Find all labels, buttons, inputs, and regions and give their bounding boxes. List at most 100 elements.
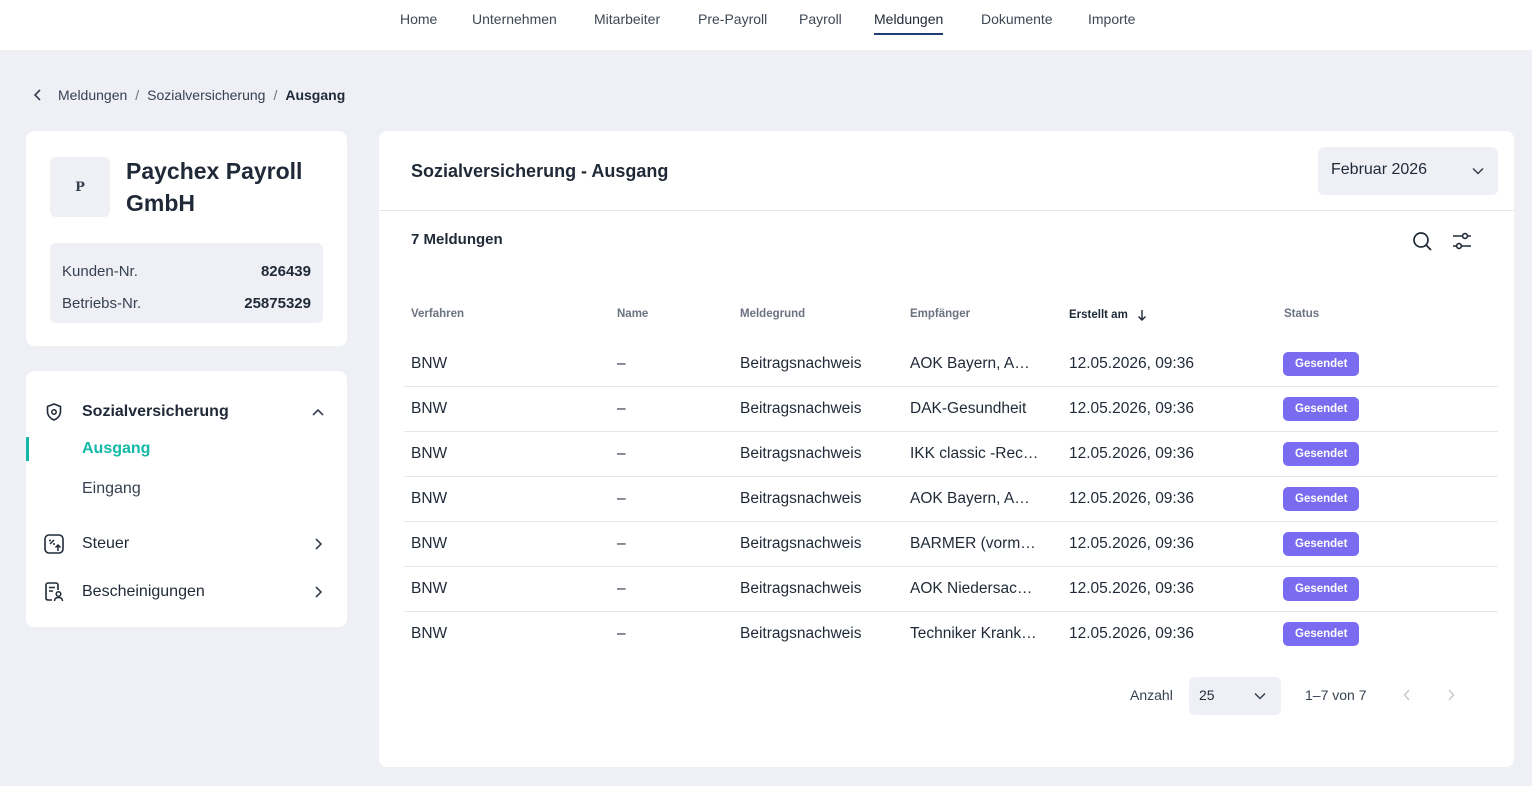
nav-home[interactable]: Home: [400, 11, 437, 35]
breadcrumb-current: Ausgang: [285, 87, 346, 103]
cell-empfaenger: IKK classic -Rec…: [910, 445, 1039, 462]
cell-meldegrund: Beitragsnachweis: [740, 580, 862, 597]
menu-bescheinigungen[interactable]: Bescheinigungen: [26, 574, 347, 610]
certificate-icon: [42, 580, 66, 604]
main-panel: Sozialversicherung - Ausgang Februar 202…: [379, 131, 1514, 767]
table-row[interactable]: BNW – Beitragsnachweis BARMER (vorm… 12.05.2…: [404, 522, 1498, 567]
nav-meldungen[interactable]: Meldungen: [874, 11, 944, 35]
table-row[interactable]: BNW – Beitragsnachweis Techniker Krank… 12.0…: [404, 612, 1498, 657]
menu-sozialversicherung-label: Sozialversicherung: [82, 403, 229, 420]
column-header-name[interactable]: Name: [617, 308, 648, 320]
betriebs-nr-row: Betriebs-Nr. 25875329: [62, 287, 311, 319]
table-row[interactable]: BNW – Beitragsnachweis DAK-Gesundheit 12.05.…: [404, 387, 1498, 432]
cell-meldegrund: Beitragsnachweis: [740, 490, 862, 507]
month-select[interactable]: Februar 2026: [1318, 147, 1498, 195]
column-header-erstellt[interactable]: Erstellt am: [1069, 308, 1148, 322]
cell-empfaenger: DAK-Gesundheit: [910, 400, 1027, 417]
table-row[interactable]: BNW – Beitragsnachweis AOK Niedersach… 12.05…: [404, 567, 1498, 612]
kunden-nr-value: 826439: [260, 262, 311, 280]
nav-mitarbeiter[interactable]: Mitarbeiter: [594, 11, 660, 35]
submenu-eingang[interactable]: Eingang: [82, 480, 141, 498]
breadcrumb-meldungen[interactable]: Meldungen: [58, 87, 127, 103]
cell-meldegrund: Beitragsnachweis: [740, 445, 862, 462]
nav-unternehmen[interactable]: Unternehmen: [472, 11, 557, 35]
cell-verfahren: BNW: [411, 535, 448, 552]
cell-verfahren: BNW: [411, 625, 448, 642]
page-size-value: 25: [1199, 687, 1215, 703]
active-indicator: [26, 437, 29, 461]
page-title: Sozialversicherung - Ausgang: [411, 161, 669, 181]
table-row[interactable]: BNW – Beitragsnachweis AOK Bayern, AO… 12.05…: [404, 342, 1498, 387]
company-name: Paychex Payroll GmbH: [126, 158, 303, 216]
nav-pre-payroll[interactable]: Pre-Payroll: [698, 11, 767, 35]
cell-name: –: [617, 535, 626, 552]
cell-empfaenger: Techniker Krank…: [910, 625, 1037, 642]
next-page-chevron-icon[interactable]: [1441, 685, 1461, 705]
cell-empfaenger: AOK Bayern, AO…: [910, 355, 1040, 372]
search-icon[interactable]: [1410, 229, 1434, 253]
nav-importe[interactable]: Importe: [1088, 11, 1135, 35]
status-badge: Gesendet: [1283, 622, 1360, 646]
cell-empfaenger: BARMER (vorm…: [910, 535, 1036, 552]
submenu-ausgang[interactable]: Ausgang: [82, 440, 150, 458]
cell-meldegrund: Beitragsnachweis: [740, 400, 862, 417]
page-range: 1–7 von 7: [1305, 687, 1367, 703]
company-card: P Paychex Payroll GmbH Kunden-Nr. 826439…: [26, 131, 347, 346]
results-count: 7 Meldungen: [411, 231, 503, 248]
cell-verfahren: BNW: [411, 580, 448, 597]
table-row[interactable]: BNW – Beitragsnachweis AOK Bayern, AO… 12.05…: [404, 477, 1498, 522]
chevron-down-icon: [1253, 689, 1267, 703]
status-badge: Gesendet: [1283, 397, 1360, 421]
status-badge: Gesendet: [1283, 442, 1360, 466]
nav-payroll[interactable]: Payroll: [799, 11, 842, 35]
menu-steuer[interactable]: Steuer: [26, 526, 347, 562]
divider: [379, 210, 1514, 211]
shield-icon: [42, 400, 66, 424]
cell-erstellt: 12.05.2026, 09:36: [1069, 400, 1194, 417]
betriebs-nr-label: Betriebs-Nr.: [62, 294, 142, 312]
cell-empfaenger: AOK Bayern, AO…: [910, 490, 1040, 507]
cell-meldegrund: Beitragsnachweis: [740, 355, 862, 372]
cell-erstellt: 12.05.2026, 09:36: [1069, 535, 1194, 552]
menu-steuer-label: Steuer: [82, 535, 130, 552]
cell-erstellt: 12.05.2026, 09:36: [1069, 490, 1194, 507]
back-chevron-icon[interactable]: [30, 87, 46, 103]
tax-percent-icon: [42, 532, 66, 556]
chevron-up-icon: [310, 404, 326, 420]
cell-verfahren: BNW: [411, 490, 448, 507]
prev-page-chevron-icon[interactable]: [1397, 685, 1417, 705]
kunden-nr-label: Kunden-Nr.: [62, 262, 138, 280]
page-size-select[interactable]: 25: [1189, 677, 1281, 715]
status-badge: Gesendet: [1283, 532, 1360, 556]
company-info-box: Kunden-Nr. 826439 Betriebs-Nr. 25875329: [50, 243, 323, 323]
status-badge: Gesendet: [1283, 352, 1360, 376]
cell-name: –: [617, 490, 626, 507]
nav-dokumente[interactable]: Dokumente: [981, 11, 1053, 35]
cell-verfahren: BNW: [411, 355, 448, 372]
cell-name: –: [617, 580, 626, 597]
month-select-value: Februar 2026: [1331, 161, 1428, 178]
column-header-meldegrund[interactable]: Meldegrund: [740, 308, 805, 320]
column-header-empfaenger[interactable]: Empfänger: [910, 308, 970, 320]
menu-sozialversicherung[interactable]: Sozialversicherung: [26, 394, 347, 430]
filter-sliders-icon[interactable]: [1450, 229, 1474, 253]
column-header-status[interactable]: Status: [1284, 308, 1319, 320]
cell-verfahren: BNW: [411, 400, 448, 417]
column-header-verfahren[interactable]: Verfahren: [411, 308, 464, 320]
cell-erstellt: 12.05.2026, 09:36: [1069, 580, 1194, 597]
cell-empfaenger: AOK Niedersach…: [910, 580, 1040, 597]
side-menu: Sozialversicherung Ausgang Eingang Steue…: [26, 371, 347, 627]
cell-name: –: [617, 400, 626, 417]
menu-bescheinigungen-label: Bescheinigungen: [82, 583, 205, 600]
chevron-down-icon: [1470, 163, 1486, 179]
arrow-down-icon: [1136, 308, 1148, 322]
breadcrumb-sozialversicherung[interactable]: Sozialversicherung: [147, 87, 265, 103]
status-badge: Gesendet: [1283, 577, 1360, 601]
breadcrumb-separator: /: [135, 87, 140, 103]
cell-erstellt: 12.05.2026, 09:36: [1069, 625, 1194, 642]
breadcrumb: Meldungen / Sozialversicherung / Ausgang: [30, 85, 345, 105]
table-row[interactable]: BNW – Beitragsnachweis IKK classic -Rec… 12.…: [404, 432, 1498, 477]
chevron-right-icon: [310, 584, 326, 600]
cell-erstellt: 12.05.2026, 09:36: [1069, 355, 1194, 372]
cell-verfahren: BNW: [411, 445, 448, 462]
